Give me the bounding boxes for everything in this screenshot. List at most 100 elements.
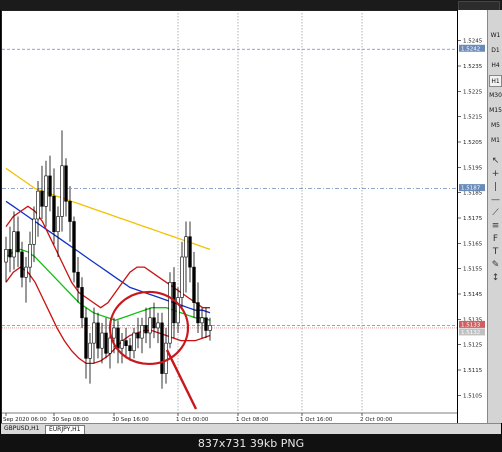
price-axis: 1.5245 1.5235 1.5225 1.5215 1.5205 1.5195 1.51… bbox=[457, 10, 488, 423]
time-axis: Sep 2020 06:00 30 Sep 08:00 30 Sep 16:00 1 … bbox=[2, 412, 458, 423]
bear-candle bbox=[84, 317, 88, 359]
bull-candle bbox=[60, 165, 64, 217]
bull-candle bbox=[44, 175, 48, 207]
bear-candle bbox=[64, 165, 68, 202]
timeframe-m5-button[interactable]: M5 bbox=[489, 120, 502, 132]
screenshot-frame: Sep 2020 06:00 30 Sep 08:00 30 Sep 16:00 1 … bbox=[0, 0, 502, 452]
price-label: 1.5215 bbox=[463, 115, 483, 121]
timeframe-h4-button[interactable]: H4 bbox=[489, 60, 502, 72]
chart-tab[interactable]: GBPUSD,H1 bbox=[1, 425, 42, 433]
price-marker-label: 1.5133 bbox=[461, 322, 481, 328]
arrows-icon[interactable]: ↕ bbox=[490, 273, 501, 284]
price-label: 1.5115 bbox=[463, 368, 483, 374]
channel-icon[interactable]: ≡ bbox=[490, 221, 501, 232]
circle-annotation bbox=[108, 290, 198, 410]
bull-candle bbox=[28, 244, 32, 268]
price-label: 1.5235 bbox=[463, 64, 483, 70]
bull-candle bbox=[148, 317, 152, 334]
bear-candle bbox=[124, 340, 128, 346]
bull-candle bbox=[108, 337, 112, 354]
bull-candle bbox=[132, 332, 136, 352]
bull-candle bbox=[100, 332, 104, 349]
bull-candle bbox=[88, 342, 92, 359]
chart-tabs: GBPUSD,H1 EURJPY,H1 bbox=[1, 423, 501, 434]
price-label: 1.5195 bbox=[463, 165, 483, 171]
price-label: 1.5225 bbox=[463, 89, 483, 95]
timeframe-m30-button[interactable]: M30 bbox=[489, 90, 502, 102]
crosshair-icon[interactable]: + bbox=[490, 169, 501, 180]
bull-candle bbox=[140, 325, 144, 339]
bull-candle bbox=[32, 218, 36, 245]
annotation-arrow bbox=[165, 349, 198, 410]
bull-candle bbox=[168, 282, 172, 344]
bull-candle bbox=[56, 216, 60, 232]
trendline-icon[interactable]: ⟋ bbox=[490, 208, 501, 219]
price-label: 1.5145 bbox=[463, 292, 483, 298]
bull-candle bbox=[184, 236, 188, 258]
bear-candle bbox=[136, 332, 140, 339]
bear-candle bbox=[68, 200, 72, 222]
timeframe-h1-button[interactable]: H1 bbox=[489, 75, 502, 87]
timeframe-m15-button[interactable]: M15 bbox=[489, 105, 502, 117]
bear-candle bbox=[144, 325, 148, 334]
bear-candle bbox=[76, 271, 80, 288]
bull-candle bbox=[208, 325, 212, 331]
bear-candle bbox=[80, 287, 84, 319]
text-icon[interactable]: T bbox=[490, 247, 501, 258]
bull-candle bbox=[156, 322, 160, 329]
bear-candle bbox=[48, 175, 52, 197]
bear-candle bbox=[8, 249, 12, 258]
price-label: 1.5245 bbox=[463, 39, 483, 45]
bear-candle bbox=[116, 327, 120, 349]
image-caption: 837x731 39kb PNG bbox=[197, 437, 305, 450]
price-label: 1.5175 bbox=[463, 216, 483, 222]
timeframe-w1-button[interactable]: W1 bbox=[489, 30, 502, 42]
price-marker-label: 1.5132 bbox=[461, 330, 480, 336]
bear-candle bbox=[20, 251, 24, 278]
bull-candle bbox=[24, 266, 28, 278]
bear-candle bbox=[172, 282, 176, 324]
bear-candle bbox=[160, 322, 164, 374]
bull-candle bbox=[120, 340, 124, 349]
timeframe-toolbar: M1 M5 M15 M30 H1 H4 D1 W1 ↖ + | — ⟋ ≡ F T ✎ ↕ bbox=[487, 10, 502, 423]
price-label: 1.5105 bbox=[463, 393, 483, 399]
bear-candle bbox=[128, 345, 132, 352]
price-label: 1.5205 bbox=[463, 140, 483, 146]
bear-candle bbox=[204, 317, 208, 331]
chart-window[interactable]: Sep 2020 06:00 30 Sep 08:00 30 Sep 16:00 1 … bbox=[1, 10, 459, 425]
bear-candle bbox=[52, 195, 56, 232]
image-info-bar: 837x731 39kb PNG bbox=[0, 434, 502, 452]
price-marker-label: 1.5242 bbox=[461, 46, 480, 52]
bear-candle bbox=[196, 302, 200, 324]
bear-candle bbox=[96, 322, 100, 349]
price-chart[interactable]: Sep 2020 06:00 30 Sep 08:00 30 Sep 16:00 1 … bbox=[2, 11, 458, 424]
vertical-line-icon[interactable]: | bbox=[490, 182, 501, 193]
price-marker-label: 1.5187 bbox=[461, 186, 481, 192]
bear-candle bbox=[192, 266, 196, 303]
bull-candle bbox=[200, 317, 204, 324]
bear-candle bbox=[152, 317, 156, 329]
bull-candle bbox=[180, 256, 184, 298]
price-label: 1.5155 bbox=[463, 267, 483, 273]
cursor-icon[interactable]: ↖ bbox=[490, 156, 501, 167]
timeframe-d1-button[interactable]: D1 bbox=[489, 45, 502, 57]
bull-candle bbox=[12, 231, 16, 258]
bear-candle bbox=[188, 236, 192, 268]
bull-candle bbox=[176, 297, 180, 324]
bear-candle bbox=[40, 190, 44, 207]
label-icon[interactable]: ✎ bbox=[490, 260, 501, 271]
timeframe-m1-button[interactable]: M1 bbox=[489, 135, 502, 147]
bear-candle bbox=[16, 231, 20, 253]
bull-candle bbox=[164, 342, 168, 374]
fibonacci-icon[interactable]: F bbox=[490, 234, 501, 245]
chart-grid bbox=[177, 13, 363, 412]
chart-tab[interactable]: EURJPY,H1 bbox=[45, 425, 85, 434]
bull-candle bbox=[36, 190, 40, 220]
horizontal-line-icon[interactable]: — bbox=[490, 195, 501, 206]
bull-candle bbox=[112, 327, 116, 339]
title-bar bbox=[0, 0, 502, 11]
bull-candle bbox=[4, 249, 8, 263]
bear-candle bbox=[72, 221, 76, 273]
bull-candle bbox=[92, 322, 96, 344]
bear-candle bbox=[104, 332, 108, 354]
